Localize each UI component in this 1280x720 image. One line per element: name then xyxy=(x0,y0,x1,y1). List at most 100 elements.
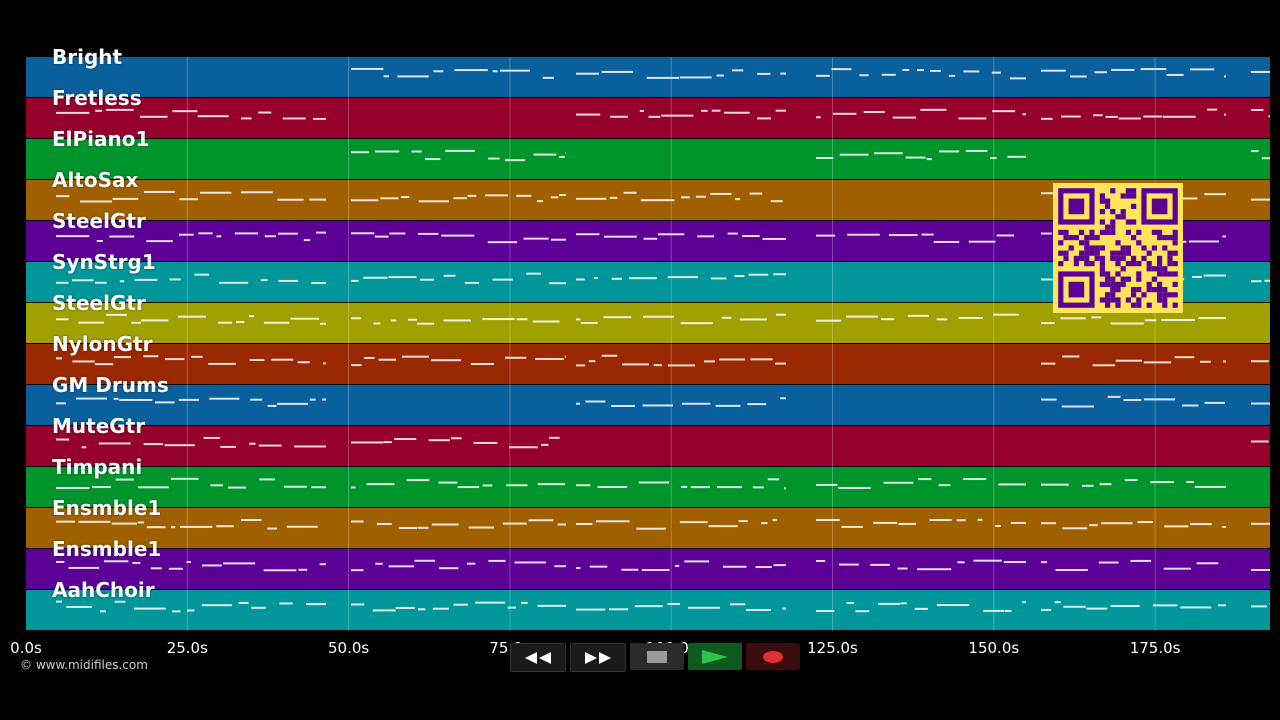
note-mark xyxy=(180,525,213,528)
note-mark xyxy=(267,404,277,407)
note-mark xyxy=(249,442,256,445)
note-mark xyxy=(564,355,566,358)
qr-module xyxy=(1094,245,1100,251)
note-mark xyxy=(1086,607,1108,610)
qr-module xyxy=(1094,255,1100,261)
track-label: Timpani xyxy=(52,455,143,479)
note-mark xyxy=(143,190,175,193)
qr-module xyxy=(1073,255,1079,261)
note-mark xyxy=(1203,274,1226,277)
note-mark xyxy=(611,404,635,407)
note-mark xyxy=(119,280,125,283)
qr-module xyxy=(1167,292,1173,298)
note-mark xyxy=(939,150,960,153)
note-mark xyxy=(601,354,618,357)
note-mark xyxy=(56,111,90,114)
note-mark xyxy=(739,318,768,321)
note-mark xyxy=(772,519,777,522)
note-mark xyxy=(1111,68,1135,71)
note-mark xyxy=(146,526,166,529)
note-mark xyxy=(1186,481,1194,484)
note-mark xyxy=(680,322,713,325)
qr-module xyxy=(1073,235,1079,241)
qr-module xyxy=(1125,261,1131,267)
stop-button[interactable] xyxy=(630,643,684,670)
note-mark xyxy=(863,110,885,113)
note-mark xyxy=(1194,485,1226,488)
note-mark xyxy=(309,198,326,201)
note-mark xyxy=(643,315,675,318)
time-tick-label: 150.0s xyxy=(968,639,1020,657)
play-button[interactable] xyxy=(688,643,742,670)
qr-module xyxy=(1157,229,1163,235)
note-mark xyxy=(1204,193,1226,196)
qr-module xyxy=(1146,266,1152,272)
note-mark xyxy=(81,446,87,449)
note-mark xyxy=(642,404,674,407)
note-mark xyxy=(99,610,107,613)
transport-controls xyxy=(510,643,800,672)
qr-module xyxy=(1110,255,1116,261)
note-mark xyxy=(72,360,95,363)
note-mark xyxy=(170,526,176,529)
note-mark xyxy=(752,486,764,489)
note-mark xyxy=(1143,115,1162,118)
note-mark xyxy=(263,569,297,572)
note-mark xyxy=(309,398,316,401)
note-mark xyxy=(267,527,278,530)
note-mark xyxy=(892,116,916,119)
note-mark xyxy=(397,75,429,78)
qr-module xyxy=(1105,224,1111,230)
note-mark xyxy=(576,484,591,487)
qr-module xyxy=(1084,235,1090,241)
note-mark xyxy=(559,193,566,196)
note-mark xyxy=(723,111,750,114)
note-mark xyxy=(201,604,232,607)
note-mark xyxy=(197,115,229,118)
note-mark xyxy=(757,72,771,75)
note-mark xyxy=(1163,567,1191,570)
note-mark xyxy=(439,567,459,570)
rewind-button[interactable] xyxy=(510,643,566,672)
qr-module xyxy=(1146,261,1152,267)
note-mark xyxy=(816,519,840,522)
note-mark xyxy=(870,563,890,566)
note-mark xyxy=(782,607,786,610)
note-mark xyxy=(715,404,741,407)
note-mark xyxy=(816,559,826,562)
qr-module xyxy=(1136,276,1142,282)
note-mark xyxy=(610,115,628,118)
track-label: SteelGtr xyxy=(52,291,146,315)
note-mark xyxy=(1099,483,1112,486)
qr-module xyxy=(1105,302,1111,308)
fast-forward-button[interactable] xyxy=(570,643,626,672)
qr-module xyxy=(1146,302,1152,308)
note-mark xyxy=(485,194,508,197)
note-mark xyxy=(1251,605,1267,608)
note-mark xyxy=(178,233,194,236)
note-mark xyxy=(351,441,384,444)
qr-module xyxy=(1120,209,1126,215)
qr-module xyxy=(1162,287,1168,293)
note-mark xyxy=(968,240,996,243)
note-mark xyxy=(957,561,965,564)
note-mark xyxy=(374,150,400,153)
note-mark xyxy=(311,281,326,284)
note-mark xyxy=(603,316,632,319)
qr-module xyxy=(1115,250,1121,256)
piano-roll[interactable] xyxy=(26,57,1270,631)
note-mark xyxy=(1110,605,1140,608)
note-mark xyxy=(133,607,166,610)
record-button[interactable] xyxy=(746,643,800,670)
note-mark xyxy=(1105,115,1118,118)
note-mark xyxy=(839,153,869,156)
qr-module xyxy=(1141,245,1147,251)
note-mark xyxy=(588,360,596,363)
qr-module xyxy=(1157,292,1163,298)
note-mark xyxy=(730,603,746,606)
qr-module xyxy=(1136,261,1142,267)
qr-module xyxy=(1162,297,1168,303)
qr-module xyxy=(1131,235,1137,241)
note-mark xyxy=(298,568,308,571)
note-mark xyxy=(488,157,500,160)
